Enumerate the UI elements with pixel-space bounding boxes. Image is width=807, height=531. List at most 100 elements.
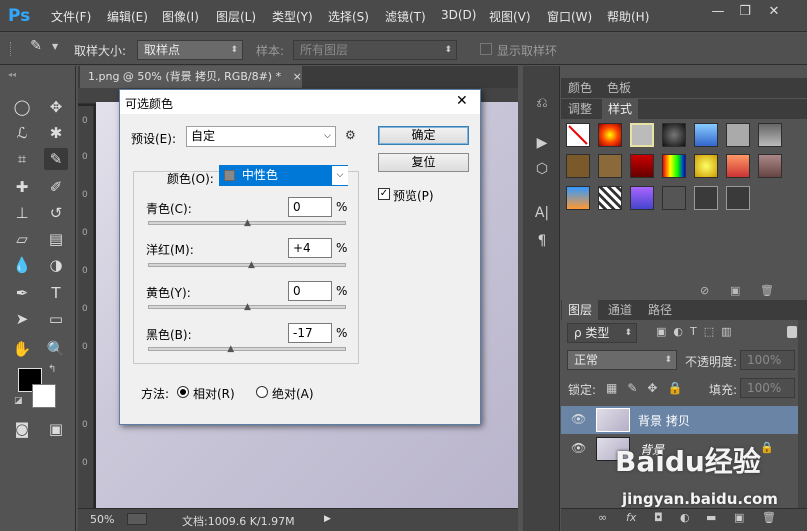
crop-icon[interactable]: ⌗	[10, 148, 34, 170]
preset-dropdown-icon[interactable]: ▼	[52, 42, 58, 51]
dialog-titlebar[interactable]	[120, 90, 480, 114]
background-color-swatch[interactable]	[32, 384, 56, 408]
menu-window[interactable]: 窗口(W)	[547, 8, 592, 25]
layers-scrollbar[interactable]	[798, 320, 807, 510]
link-layers-icon[interactable]: ∞	[598, 511, 607, 524]
menu-edit[interactable]: 编辑(E)	[107, 8, 148, 25]
style-swatch[interactable]	[726, 154, 750, 178]
magenta-slider-thumb[interactable]: ▲	[247, 261, 256, 270]
add-mask-icon[interactable]: ◘	[654, 511, 663, 524]
new-group-icon[interactable]: ▬	[706, 511, 716, 524]
tab-channels[interactable]: 通道	[602, 300, 638, 320]
colors-select[interactable]: 中性色	[219, 165, 348, 186]
blur-icon[interactable]: 💧	[10, 254, 34, 276]
black-slider-track[interactable]	[148, 347, 346, 351]
tab-layers[interactable]: 图层	[562, 300, 599, 320]
style-swatch[interactable]	[630, 186, 654, 210]
tab-color[interactable]: 颜色	[562, 78, 598, 98]
new-style-icon[interactable]: ▣	[730, 284, 740, 297]
filter-toggle-icon[interactable]	[787, 326, 797, 338]
style-swatch[interactable]	[598, 154, 622, 178]
black-slider-thumb[interactable]: ▲	[226, 345, 235, 354]
zoom-icon[interactable]: 🔍	[44, 338, 68, 360]
delete-style-icon[interactable]: 🗑	[760, 284, 774, 297]
clear-style-icon[interactable]: ⊘	[700, 284, 709, 297]
layer-name[interactable]: 背景 拷贝	[638, 412, 690, 429]
eraser-icon[interactable]: ▱	[10, 228, 34, 250]
style-swatch[interactable]	[630, 154, 654, 178]
character-panel-icon[interactable]: A|	[531, 202, 553, 224]
cyan-input[interactable]: 0	[288, 197, 332, 217]
style-swatch[interactable]	[662, 154, 686, 178]
yellow-slider-thumb[interactable]: ▲	[243, 303, 252, 312]
history-panel-icon[interactable]: ⎌	[531, 92, 553, 114]
yellow-input[interactable]: 0	[288, 281, 332, 301]
sample-select[interactable]: 所有图层 ⬍	[293, 40, 457, 60]
layer-kind-filter[interactable]: ρ 类型 ⬍	[567, 323, 637, 343]
black-input[interactable]: -17	[288, 323, 332, 343]
style-swatch[interactable]	[598, 123, 622, 147]
show-ring-checkbox[interactable]	[480, 43, 492, 55]
dialog-close-icon[interactable]: ✕	[456, 93, 468, 109]
new-layer-icon[interactable]: ▣	[734, 511, 744, 524]
healing-brush-icon[interactable]: ✚	[10, 176, 34, 198]
eyedropper-preset-icon[interactable]: ✎	[26, 38, 46, 58]
tab-paths[interactable]: 路径	[642, 300, 678, 320]
preview-checkbox[interactable]: ✓	[378, 188, 390, 200]
status-menu-icon[interactable]: ▶	[324, 514, 331, 524]
style-swatch[interactable]	[694, 154, 718, 178]
method-absolute-radio[interactable]	[256, 386, 268, 398]
menu-3d[interactable]: 3D(D)	[441, 8, 476, 22]
eyedropper-icon[interactable]: ✎	[44, 148, 68, 170]
path-selection-icon[interactable]: ➤	[10, 308, 34, 330]
menu-help[interactable]: 帮助(H)	[607, 8, 649, 25]
style-swatch[interactable]	[566, 154, 590, 178]
screen-mode-icon[interactable]: ▣	[44, 418, 68, 440]
gradient-icon[interactable]: ▤	[44, 228, 68, 250]
menu-type[interactable]: 类型(Y)	[272, 8, 313, 25]
tab-close-icon[interactable]: ×	[293, 70, 302, 83]
dodge-icon[interactable]: ◑	[44, 254, 68, 276]
minimize-icon[interactable]: —	[708, 4, 728, 20]
lock-icons[interactable]: ▦✎✥🔒	[606, 381, 692, 395]
style-swatch[interactable]	[566, 186, 590, 210]
swap-colors-icon[interactable]: ↰	[48, 364, 56, 375]
marquee-icon[interactable]: ◯	[10, 96, 34, 118]
preset-select[interactable]: 自定 ⌵	[186, 126, 336, 147]
zoom-level[interactable]: 50%	[90, 513, 114, 526]
style-swatch[interactable]	[694, 186, 718, 210]
layer-filter-icons[interactable]: ▣◐T⬚▥	[656, 325, 739, 338]
style-swatch[interactable]	[662, 186, 686, 210]
style-swatch[interactable]	[758, 123, 782, 147]
blend-mode-select[interactable]: 正常 ⬍	[567, 350, 677, 370]
brush-icon[interactable]: ✐	[44, 176, 68, 198]
window-close-icon[interactable]: ✕	[764, 4, 784, 20]
preset-options-gear-icon[interactable]: ⚙	[345, 128, 356, 142]
quick-mask-icon[interactable]: ◙	[10, 418, 34, 440]
fx-icon[interactable]: fx	[626, 511, 636, 524]
delete-layer-icon[interactable]: 🗑	[762, 511, 776, 524]
sample-size-select[interactable]: 取样点 ⬍	[137, 40, 243, 60]
adjustment-layer-icon[interactable]: ◐	[680, 511, 690, 524]
style-swatch-selected[interactable]	[630, 123, 654, 147]
style-none-swatch[interactable]	[566, 123, 590, 147]
paragraph-panel-icon[interactable]: ¶	[531, 230, 553, 252]
ok-button[interactable]: 确定	[378, 126, 469, 145]
status-icon[interactable]	[127, 513, 147, 525]
actions-panel-icon[interactable]: ▶	[531, 132, 553, 154]
tab-swatches[interactable]: 色板	[601, 78, 637, 98]
menu-filter[interactable]: 滤镜(T)	[385, 8, 426, 25]
tab-adjustments[interactable]: 调整	[562, 99, 598, 119]
menu-layer[interactable]: 图层(L)	[216, 8, 256, 25]
tab-styles[interactable]: 样式	[602, 99, 639, 119]
collapse-icon[interactable]: ◂◂	[8, 70, 16, 79]
style-swatch[interactable]	[726, 186, 750, 210]
stamp-icon[interactable]: ⊥	[10, 202, 34, 224]
magic-wand-icon[interactable]: ✱	[44, 122, 68, 144]
3d-panel-icon[interactable]: ⬡	[531, 158, 553, 180]
rectangle-icon[interactable]: ▭	[44, 308, 68, 330]
document-tab[interactable]: 1.png @ 50% (背景 拷贝, RGB/8#) * ×	[80, 66, 302, 88]
menu-select[interactable]: 选择(S)	[328, 8, 369, 25]
history-brush-icon[interactable]: ↺	[44, 202, 68, 224]
move-icon[interactable]: ✥	[44, 96, 68, 118]
